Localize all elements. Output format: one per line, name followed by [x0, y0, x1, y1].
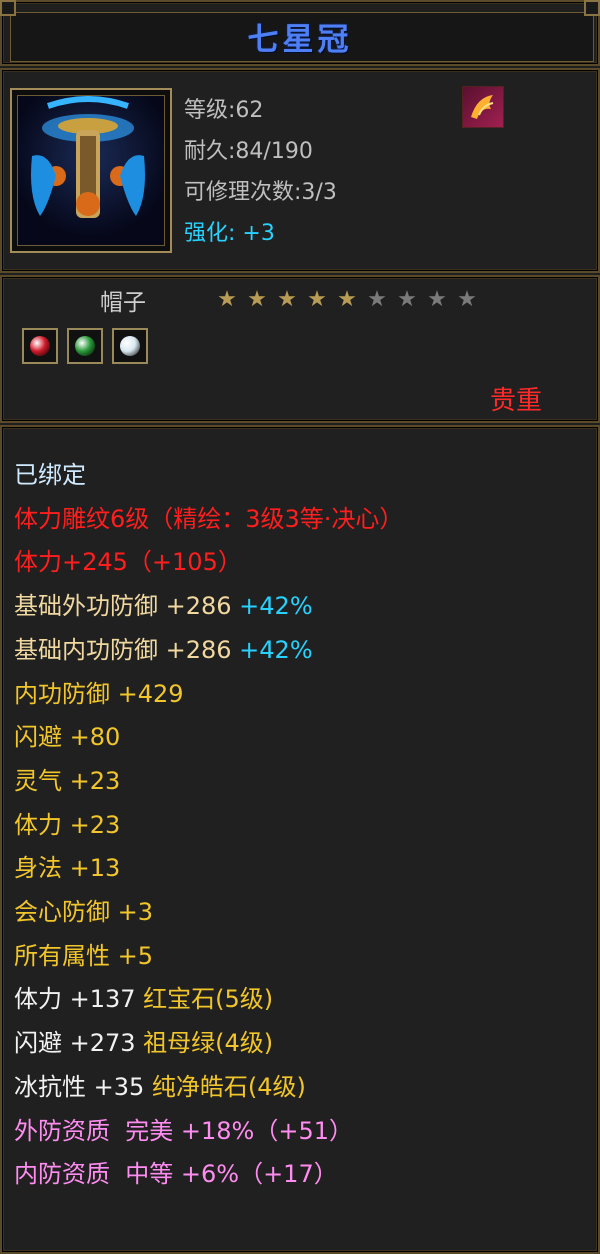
stat-text: 内功防御 +429 — [14, 679, 184, 708]
white-gem-icon — [120, 336, 140, 356]
stat-line: 体力+245（+105） — [14, 542, 242, 577]
stat-line: 外防资质 完美 +18%（+51） — [14, 1111, 353, 1146]
stat-text: 外防资质 完美 +18%（+51） — [14, 1116, 353, 1145]
star-filled-icon: ★ — [217, 287, 237, 312]
stat-line: 基础内功防御 +286 +42% — [14, 630, 313, 665]
stat-line: 所有属性 +5 — [14, 936, 153, 971]
stat-line: 体力 +23 — [14, 805, 120, 840]
stat-gem-source: 纯净皓石(4级) — [144, 1072, 306, 1101]
item-icon-frame — [10, 88, 172, 253]
stat-text: 已绑定 — [14, 461, 86, 489]
stat-text: 基础外功防御 +286 — [14, 592, 232, 621]
stat-line: 体力雕纹6级（精绘：3级3等·决心） — [14, 499, 403, 534]
stat-line: 会心防御 +3 — [14, 892, 153, 927]
stat-text: 体力 +23 — [14, 810, 121, 839]
star-filled-icon: ★ — [277, 287, 297, 312]
star-empty-icon: ★ — [457, 287, 477, 312]
gem-slots — [22, 328, 157, 368]
stat-line: 内功防御 +429 — [14, 674, 184, 709]
phoenix-badge-icon — [462, 86, 504, 128]
stat-gem-source: 红宝石(5级) — [135, 985, 274, 1014]
stat-text: 所有属性 +5 — [14, 941, 154, 970]
stat-line: 闪避 +273 祖母绿(4级) — [14, 1023, 273, 1058]
stat-line: 闪避 +80 — [14, 717, 120, 752]
stat-line: 基础外功防御 +286 +42% — [14, 586, 313, 621]
stat-text: 冰抗性 +35 — [14, 1072, 145, 1101]
stat-text: 灵气 +23 — [14, 766, 121, 795]
strengthen-text: 强化: +3 — [184, 215, 275, 247]
stat-line: 内防资质 中等 +6%（+17） — [14, 1154, 338, 1189]
repair-count-text: 可修理次数:3/3 — [184, 180, 337, 205]
strengthen-label: 强化: — [184, 221, 236, 246]
stat-text: 会心防御 +3 — [14, 898, 154, 926]
star-filled-icon: ★ — [337, 287, 357, 312]
star-filled-icon: ★ — [307, 287, 327, 312]
star-rating: ★ ★ ★ ★ ★ ★ ★ ★ ★ — [212, 289, 482, 311]
gem-slot[interactable] — [67, 328, 103, 364]
stat-text: 闪避 +80 — [14, 723, 121, 752]
red-gem-icon — [30, 336, 50, 356]
item-type: 帽子 — [100, 290, 146, 316]
item-name: 七星冠 — [247, 22, 353, 58]
stat-line: 身法 +13 — [14, 848, 120, 883]
stat-text: 体力雕纹6级（精绘：3级3等·决心） — [14, 504, 404, 533]
stat-gem-source: 祖母绿(4级) — [135, 1029, 274, 1058]
rarity-label: 贵重 — [490, 386, 543, 416]
stat-line: 体力 +137 红宝石(5级) — [14, 979, 273, 1014]
stat-line: 已绑定 — [14, 455, 86, 490]
durability-text: 耐久:84/190 — [184, 139, 313, 164]
star-filled-icon: ★ — [247, 287, 267, 312]
green-gem-icon — [75, 336, 95, 356]
level-text: 等级:62 — [184, 98, 264, 123]
stat-text: 闪避 +273 — [14, 1029, 136, 1058]
stat-percent-bonus: +42% — [231, 592, 313, 621]
stat-text: 身法 +13 — [14, 854, 121, 883]
gem-slot[interactable] — [112, 328, 148, 364]
stat-line: 灵气 +23 — [14, 761, 120, 796]
stat-text: 体力+245（+105） — [14, 548, 242, 577]
strengthen-value: +3 — [242, 221, 275, 246]
stat-text: 基础内功防御 +286 — [14, 635, 232, 664]
star-empty-icon: ★ — [397, 287, 417, 312]
star-empty-icon: ★ — [367, 287, 387, 312]
gem-slot[interactable] — [22, 328, 58, 364]
stat-text: 体力 +137 — [14, 985, 136, 1014]
stat-percent-bonus: +42% — [231, 635, 313, 664]
item-tooltip: 七星冠 等级:62 耐久:84/190 可修理次数:3/3 强化: +3 帽子 … — [0, 0, 600, 1254]
stat-text: 内防资质 中等 +6%（+17） — [14, 1160, 338, 1189]
star-empty-icon: ★ — [427, 287, 447, 312]
crown-icon — [17, 95, 165, 246]
stat-line: 冰抗性 +35 纯净皓石(4级) — [14, 1067, 306, 1102]
